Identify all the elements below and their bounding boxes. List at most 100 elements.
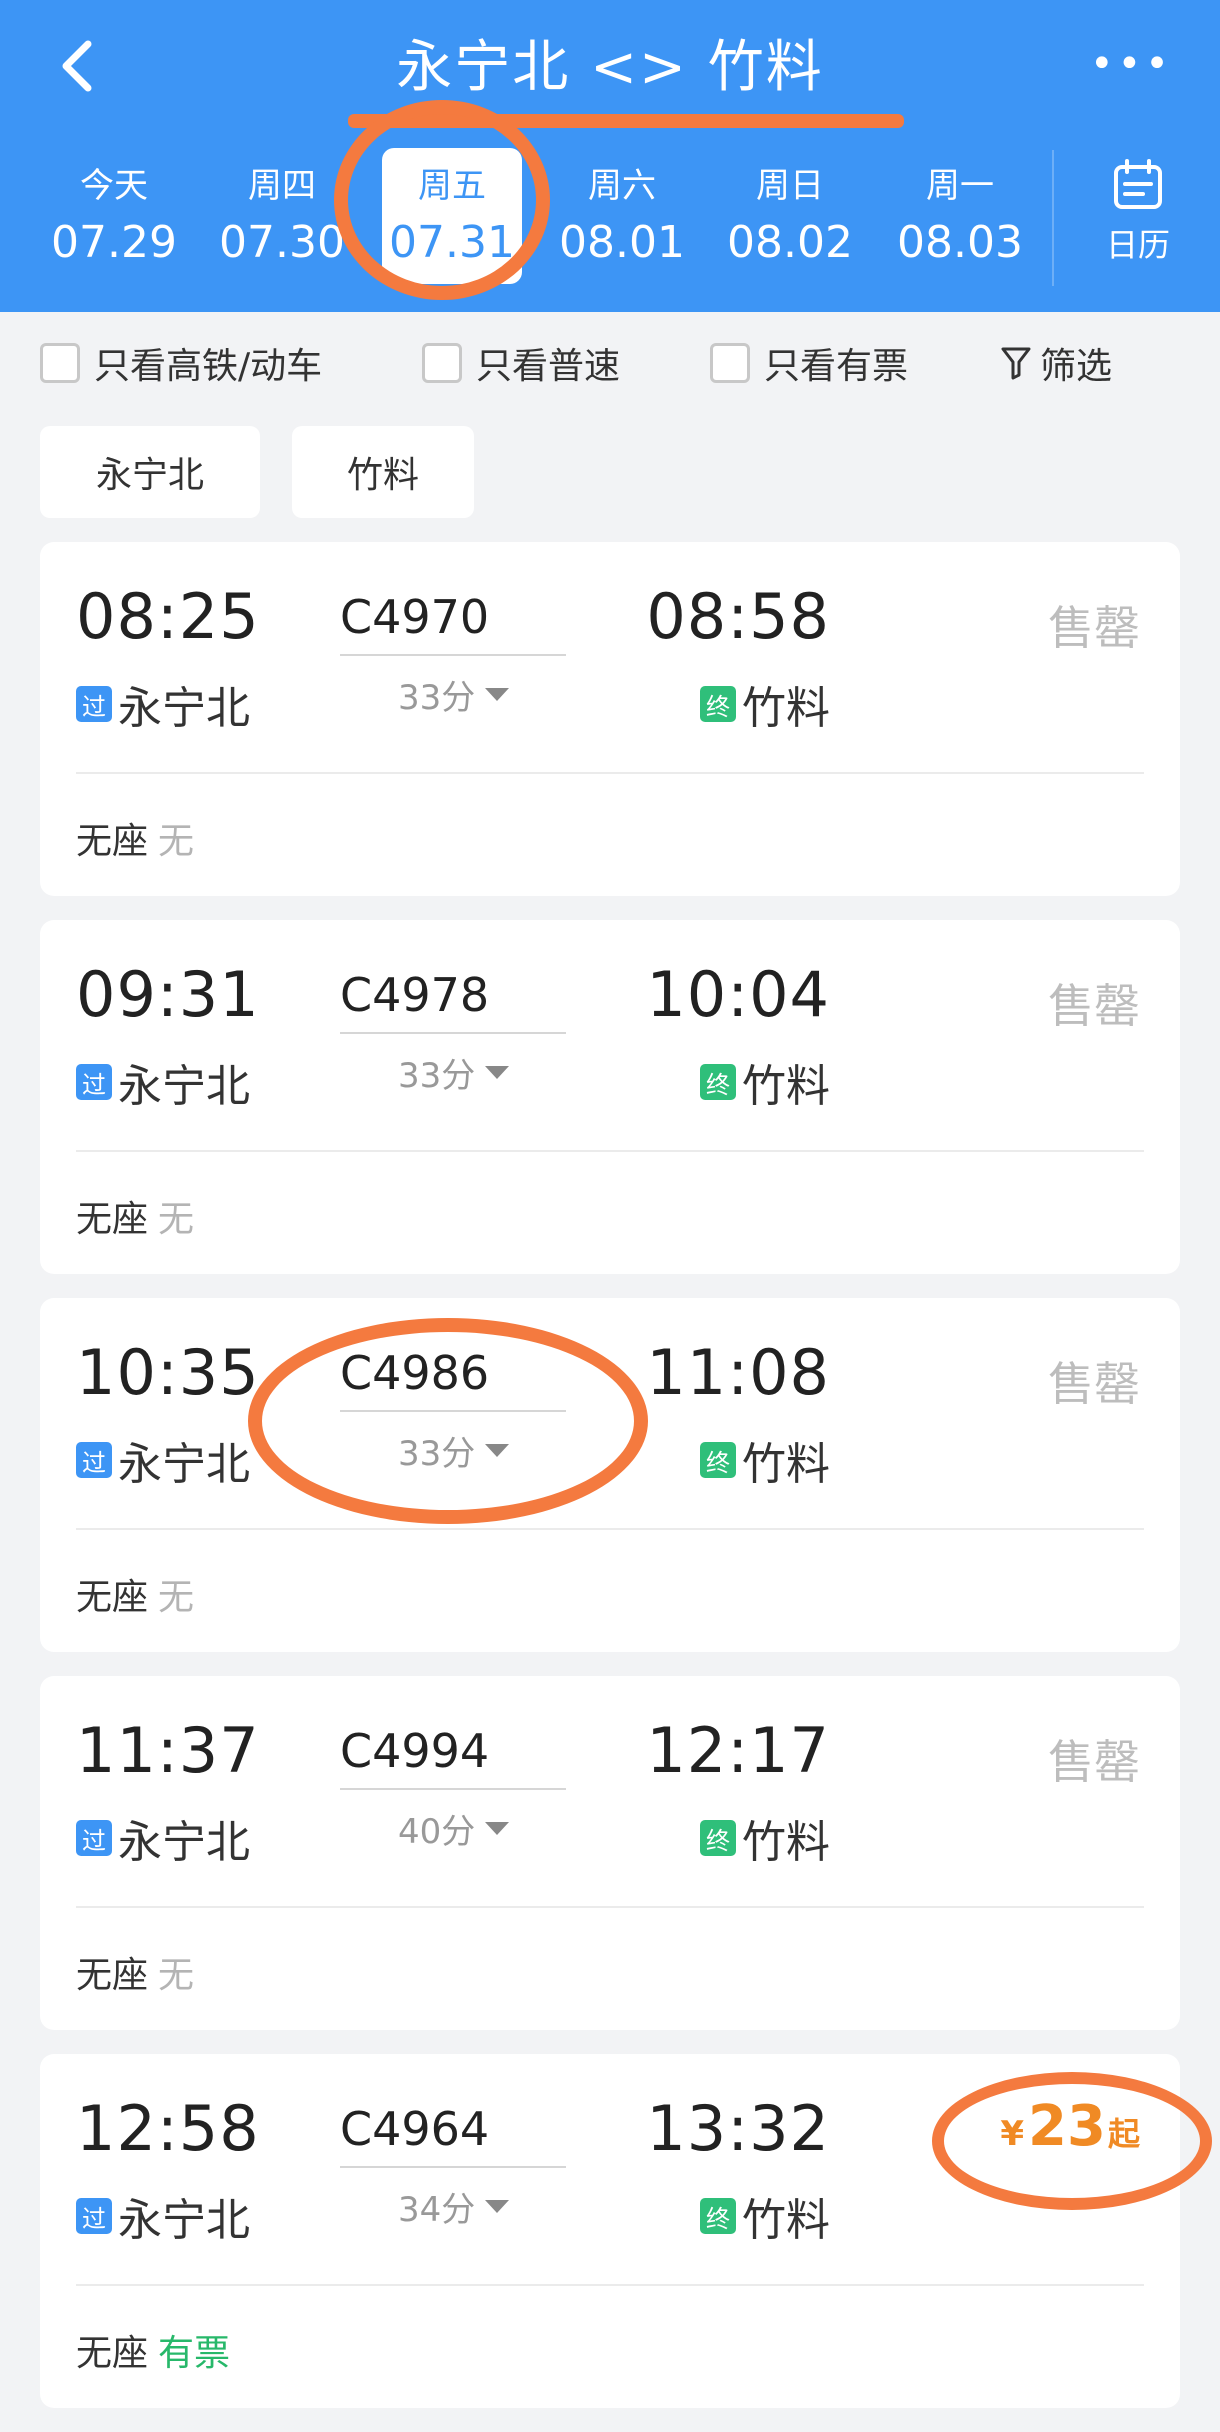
duration-toggle[interactable]: 33分 <box>398 670 510 719</box>
calendar-button[interactable]: 日历 <box>1078 158 1198 278</box>
station-chip-from[interactable]: 永宁北 <box>40 426 260 518</box>
from-station: 过永宁北 <box>76 672 250 736</box>
seat-info: 无座 有票 <box>76 2324 230 2376</box>
to-station-name: 竹料 <box>742 2195 830 2246</box>
duration: 40分 <box>398 1812 476 1852</box>
arrival-time: 12:17 <box>646 1714 830 1787</box>
duration: 33分 <box>398 1056 476 1096</box>
caret-down-icon <box>485 1822 510 1835</box>
annotation-circle <box>334 100 550 300</box>
seat-info: 无座无 <box>76 1946 194 1998</box>
calendar-label: 日历 <box>1105 226 1170 264</box>
duration-toggle[interactable]: 40分 <box>398 1804 510 1853</box>
arrival-time: 10:04 <box>646 958 830 1031</box>
seat-type: 无座 <box>76 1577 149 1618</box>
top-bar: 永宁北 <> 竹料 ••• 今天 07.29 周四 07.30 周五 07.31… <box>0 0 1220 312</box>
date-tab[interactable]: 周日 08.02 <box>720 148 860 284</box>
train-card[interactable]: 09:31 C4978 33分 10:04 过永宁北 终竹料 售罄 无座无 <box>40 920 1180 1274</box>
caret-down-icon <box>485 688 510 701</box>
checkbox[interactable] <box>422 343 462 383</box>
from-station-name: 永宁北 <box>118 1061 250 1112</box>
train-card[interactable]: 08:25 C4970 33分 08:58 过永宁北 终竹料 售罄 无座无 <box>40 542 1180 896</box>
to-station: 终竹料 <box>700 1428 830 1492</box>
filter-label: 只看有票 <box>764 346 909 387</box>
duration-toggle[interactable]: 34分 <box>398 2182 510 2231</box>
date-value: 08.02 <box>727 217 853 268</box>
filter-highspeed-only[interactable]: 只看高铁/动车 <box>40 338 322 388</box>
to-station-name: 竹料 <box>742 1439 830 1490</box>
date-tab[interactable]: 周六 08.01 <box>552 148 692 284</box>
sold-out-status: 售罄 <box>1048 979 1140 1033</box>
checkbox[interactable] <box>40 343 80 383</box>
date-value: 07.29 <box>51 217 177 268</box>
train-number: C4978 <box>340 968 490 1022</box>
filter-button[interactable]: 筛选 <box>1000 338 1112 388</box>
date-weekday: 周六 <box>588 166 656 206</box>
calendar-icon <box>1114 159 1162 209</box>
arrival-time: 08:58 <box>646 580 830 653</box>
arrival-time: 13:32 <box>646 2092 830 2165</box>
more-button[interactable]: ••• <box>1090 28 1170 100</box>
filter-label: 只看高铁/动车 <box>94 346 323 387</box>
seat-info: 无座无 <box>76 812 194 864</box>
date-value: 07.30 <box>219 217 345 268</box>
caret-down-icon <box>485 2200 510 2213</box>
from-station: 过永宁北 <box>76 2184 250 2248</box>
divider <box>76 1906 1144 1908</box>
seat-info: 无座无 <box>76 1190 194 1242</box>
funnel-icon <box>1001 347 1031 380</box>
train-card[interactable]: 11:37 C4994 40分 12:17 过永宁北 终竹料 售罄 无座无 <box>40 1676 1180 2030</box>
calendar-divider <box>1052 150 1054 286</box>
from-station: 过永宁北 <box>76 1428 250 1492</box>
filter-available-only[interactable]: 只看有票 <box>710 338 908 388</box>
date-value: 08.01 <box>559 217 685 268</box>
seat-type: 无座 <box>76 821 149 862</box>
terminal-tag: 终 <box>700 686 736 722</box>
date-tab[interactable]: 周四 07.30 <box>212 148 352 284</box>
seat-availability: 有票 <box>158 2333 231 2374</box>
station-chip-to[interactable]: 竹料 <box>292 426 474 518</box>
to-station: 终竹料 <box>700 1050 830 1114</box>
seat-type: 无座 <box>76 1955 149 1996</box>
sold-out-status: 售罄 <box>1048 601 1140 655</box>
date-tab[interactable]: 今天 07.29 <box>44 148 184 284</box>
terminal-tag: 终 <box>700 1442 736 1478</box>
sold-out-status: 售罄 <box>1048 1735 1140 1789</box>
from-station: 过永宁北 <box>76 1806 250 1870</box>
arrival-time: 11:08 <box>646 1336 830 1409</box>
filter-label: 只看普速 <box>476 346 621 387</box>
seat-availability: 无 <box>158 1199 195 1240</box>
departure-time: 09:31 <box>76 958 260 1031</box>
departure-time: 11:37 <box>76 1714 260 1787</box>
route-title[interactable]: 永宁北 <> 竹料 <box>0 22 1220 103</box>
duration-toggle[interactable]: 33分 <box>398 1048 510 1097</box>
train-number: C4964 <box>340 2102 490 2156</box>
date-weekday: 周一 <box>926 166 994 206</box>
to-station-name: 竹料 <box>742 1061 830 1112</box>
filter-normal-only[interactable]: 只看普速 <box>422 338 620 388</box>
pass-tag: 过 <box>76 1064 112 1100</box>
terminal-tag: 终 <box>700 2198 736 2234</box>
caret-down-icon <box>485 1066 510 1079</box>
checkbox[interactable] <box>710 343 750 383</box>
seat-info: 无座无 <box>76 1568 194 1620</box>
filter-button-label: 筛选 <box>1040 346 1113 387</box>
train-number: C4994 <box>340 1724 490 1778</box>
date-weekday: 周日 <box>756 166 824 206</box>
train-number: C4970 <box>340 590 490 644</box>
sold-out-status: 售罄 <box>1048 1357 1140 1411</box>
to-station: 终竹料 <box>700 672 830 736</box>
divider <box>76 772 1144 774</box>
to-station: 终竹料 <box>700 2184 830 2248</box>
pass-tag: 过 <box>76 1820 112 1856</box>
terminal-tag: 终 <box>700 1064 736 1100</box>
route-line <box>340 2166 566 2168</box>
seat-availability: 无 <box>158 1577 195 1618</box>
divider <box>76 1150 1144 1152</box>
date-tab[interactable]: 周一 08.03 <box>890 148 1030 284</box>
duration: 34分 <box>398 2190 476 2230</box>
duration: 33分 <box>398 678 476 718</box>
date-value: 08.03 <box>897 217 1023 268</box>
route-line <box>340 1032 566 1034</box>
departure-time: 08:25 <box>76 580 260 653</box>
